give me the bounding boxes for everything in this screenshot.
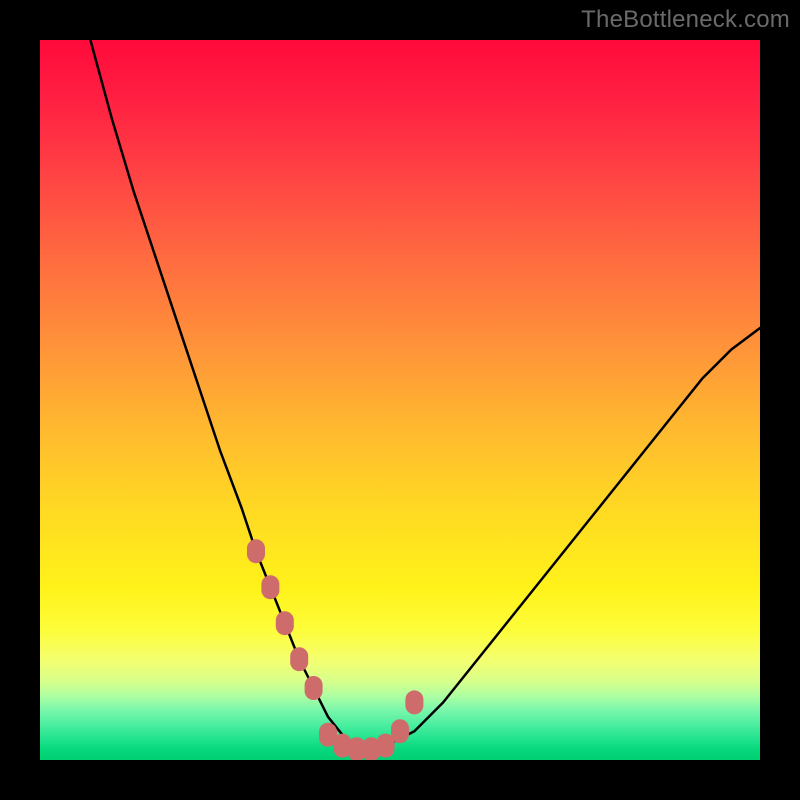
highlight-marker [247,539,265,563]
highlight-marker [405,690,423,714]
curve-layer [40,40,760,760]
highlight-marker [305,676,323,700]
highlight-marker [391,719,409,743]
highlight-marker [276,611,294,635]
watermark-text: TheBottleneck.com [581,6,790,34]
bottleneck-curve [90,40,760,749]
highlight-marker [290,647,308,671]
chart-frame: TheBottleneck.com [0,0,800,800]
plot-area [40,40,760,760]
highlight-marker [261,575,279,599]
